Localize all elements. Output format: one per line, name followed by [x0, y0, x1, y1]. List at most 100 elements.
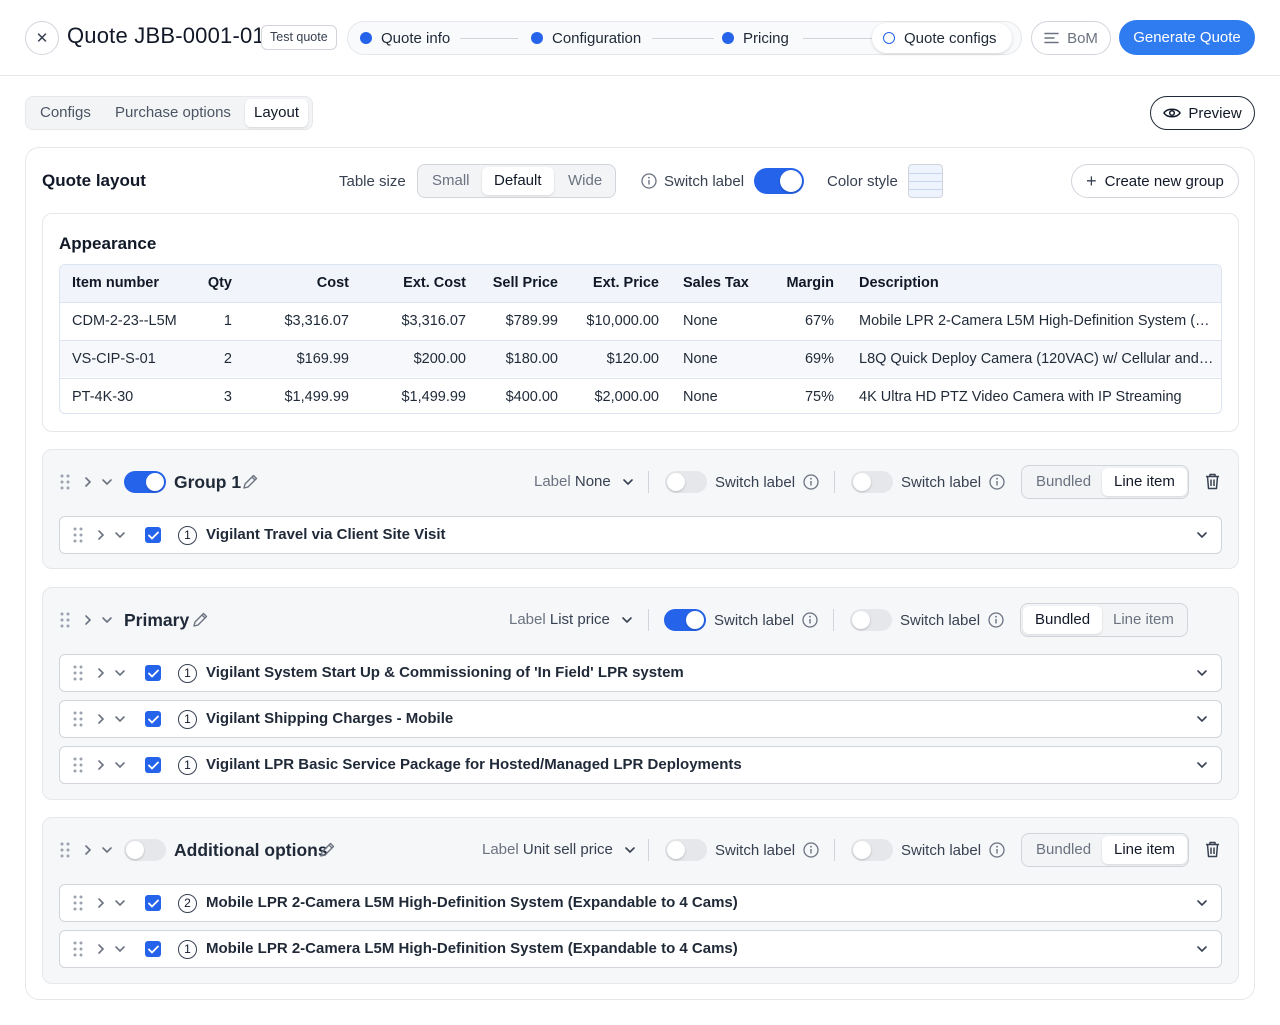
expand-chevron-icon[interactable] — [1196, 712, 1208, 726]
group-card: Group 1 Label None Switch label Switch l… — [42, 449, 1239, 569]
group-switch-1-toggle[interactable] — [665, 471, 707, 493]
chevron-down-icon[interactable] — [114, 758, 126, 772]
drag-handle-icon[interactable] — [60, 474, 70, 490]
item-checkbox[interactable] — [145, 711, 161, 727]
group-label-dropdown[interactable]: Label Unit sell price — [482, 841, 636, 859]
table-size-label: Table size — [339, 173, 406, 190]
bundled-option[interactable]: Bundled — [1036, 834, 1091, 866]
info-icon[interactable] — [989, 842, 1005, 858]
chevron-down-icon[interactable] — [114, 712, 126, 726]
bom-button[interactable]: BoM — [1031, 21, 1111, 55]
drag-handle-icon[interactable] — [73, 527, 83, 543]
info-icon[interactable] — [803, 842, 819, 858]
group-enable-toggle[interactable] — [124, 471, 166, 493]
cell-sell-price: $400.00 — [505, 389, 558, 405]
pencil-icon[interactable] — [242, 473, 259, 490]
trash-icon[interactable] — [1205, 473, 1220, 490]
layout-switch-toggle[interactable] — [754, 168, 805, 194]
chevron-right-icon[interactable] — [83, 613, 93, 627]
drag-handle-icon[interactable] — [73, 665, 83, 681]
item-checkbox[interactable] — [145, 941, 161, 957]
group-switch-2-toggle[interactable] — [851, 471, 893, 493]
trash-icon[interactable] — [1205, 841, 1220, 858]
group-label-dropdown[interactable]: Label List price — [509, 611, 633, 629]
chevron-down-icon[interactable] — [101, 475, 113, 489]
color-style-swatch[interactable] — [908, 164, 943, 198]
chevron-right-icon[interactable] — [96, 942, 106, 956]
chevron-down-icon[interactable] — [101, 613, 113, 627]
group-item-row[interactable]: 1 Vigilant System Start Up & Commissioni… — [59, 654, 1222, 692]
line-item-option[interactable]: Line item — [1102, 836, 1187, 864]
label-value: None — [574, 473, 611, 490]
item-checkbox[interactable] — [145, 665, 161, 681]
table-size-default[interactable]: Default — [482, 167, 554, 195]
drag-handle-icon[interactable] — [73, 757, 83, 773]
line-item-option[interactable]: Line item — [1102, 468, 1187, 496]
preview-button[interactable]: Preview — [1150, 96, 1255, 130]
chevron-down-icon[interactable] — [114, 896, 126, 910]
drag-handle-icon[interactable] — [73, 711, 83, 727]
item-checkbox[interactable] — [145, 527, 161, 543]
step-quote-info[interactable]: Quote info — [360, 22, 450, 54]
create-new-group-button[interactable]: + Create new group — [1071, 164, 1239, 198]
group-item-row[interactable]: 2 Mobile LPR 2-Camera L5M High-Definitio… — [59, 884, 1222, 922]
chevron-right-icon[interactable] — [96, 712, 106, 726]
group-item-row[interactable]: 1 Vigilant Travel via Client Site Visit — [59, 516, 1222, 554]
info-icon[interactable] — [988, 612, 1004, 628]
group-switch-1-toggle[interactable] — [664, 609, 706, 631]
info-icon[interactable] — [803, 474, 819, 490]
pencil-icon[interactable] — [319, 841, 336, 858]
chevron-right-icon[interactable] — [83, 475, 93, 489]
pencil-icon[interactable] — [192, 611, 209, 628]
drag-handle-icon[interactable] — [73, 895, 83, 911]
chevron-right-icon[interactable] — [96, 896, 106, 910]
group-switch-2-toggle[interactable] — [850, 609, 892, 631]
group-item-row[interactable]: 1 Mobile LPR 2-Camera L5M High-Definitio… — [59, 930, 1222, 968]
expand-chevron-icon[interactable] — [1196, 528, 1208, 542]
group-label-dropdown[interactable]: Label None — [534, 473, 634, 491]
item-name: Vigilant System Start Up & Commissioning… — [206, 664, 684, 681]
chevron-down-icon[interactable] — [114, 942, 126, 956]
line-item-option[interactable]: Line item — [1113, 604, 1174, 636]
bundled-option[interactable]: Bundled — [1036, 466, 1091, 498]
chevron-right-icon[interactable] — [96, 666, 106, 680]
group-switch-2: Switch label — [851, 839, 1005, 861]
expand-chevron-icon[interactable] — [1196, 666, 1208, 680]
drag-handle-icon[interactable] — [73, 941, 83, 957]
cell-sales-tax: None — [683, 351, 718, 367]
table-size-wide[interactable]: Wide — [568, 165, 602, 197]
drag-handle-icon[interactable] — [60, 842, 70, 858]
chevron-down-icon[interactable] — [101, 843, 113, 857]
table-size-small[interactable]: Small — [432, 165, 470, 197]
chevron-down-icon[interactable] — [114, 528, 126, 542]
bundled-option[interactable]: Bundled — [1023, 606, 1103, 634]
item-checkbox[interactable] — [145, 757, 161, 773]
expand-chevron-icon[interactable] — [1196, 896, 1208, 910]
tab-purchase-options[interactable]: Purchase options — [115, 97, 231, 129]
group-item-row[interactable]: 1 Vigilant LPR Basic Service Package for… — [59, 746, 1222, 784]
group-switch-1-toggle[interactable] — [665, 839, 707, 861]
step-configuration[interactable]: Configuration — [531, 22, 641, 54]
info-icon[interactable] — [641, 173, 657, 189]
item-checkbox[interactable] — [145, 895, 161, 911]
info-icon[interactable] — [989, 474, 1005, 490]
chevron-down-icon[interactable] — [114, 666, 126, 680]
group-item-row[interactable]: 1 Vigilant Shipping Charges - Mobile — [59, 700, 1222, 738]
step-pricing[interactable]: Pricing — [722, 22, 789, 54]
generate-quote-button[interactable]: Generate Quote — [1119, 20, 1255, 55]
group-switch-2-toggle[interactable] — [851, 839, 893, 861]
tab-configs[interactable]: Configs — [40, 97, 91, 129]
group-enable-toggle[interactable] — [124, 839, 166, 861]
chevron-right-icon[interactable] — [83, 843, 93, 857]
step-connector — [803, 38, 873, 39]
expand-chevron-icon[interactable] — [1196, 758, 1208, 772]
drag-handle-icon[interactable] — [60, 612, 70, 628]
step-quote-configs[interactable]: Quote configs — [883, 22, 997, 54]
close-button[interactable]: ✕ — [25, 21, 59, 55]
chevron-right-icon[interactable] — [96, 758, 106, 772]
chevron-right-icon[interactable] — [96, 528, 106, 542]
tab-layout[interactable]: Layout — [245, 99, 309, 127]
expand-chevron-icon[interactable] — [1196, 942, 1208, 956]
plus-icon: + — [1086, 170, 1097, 191]
info-icon[interactable] — [802, 612, 818, 628]
